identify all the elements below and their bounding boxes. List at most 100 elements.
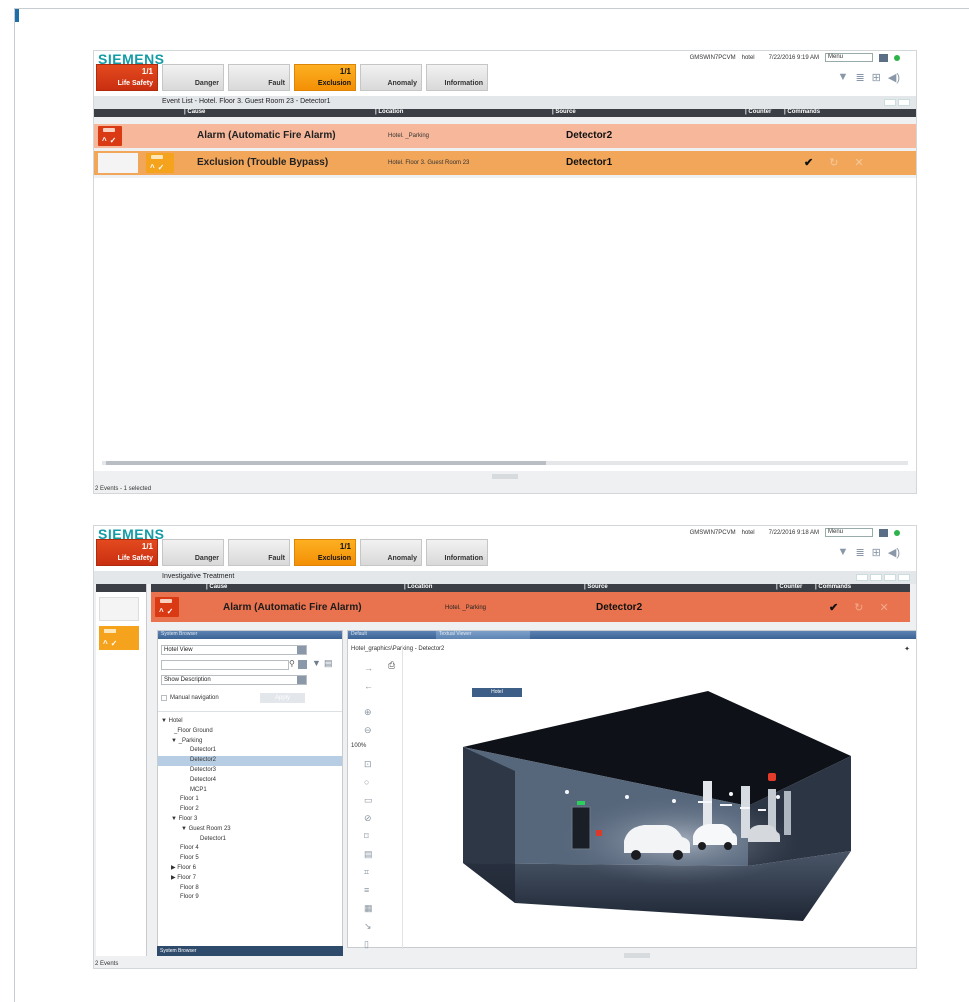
investigative-screen: SIEMENS GMSWIN7PCVM hotel 7/22/2016 9:18… [93, 525, 917, 969]
tree-node[interactable]: ▶ Floor 7 [158, 874, 342, 884]
panel-title: Investigative Treatment [162, 573, 235, 580]
col-counter[interactable]: Counter [776, 584, 802, 590]
view-select[interactable]: Hotel View [161, 645, 307, 655]
layout-2-icon[interactable] [870, 574, 882, 581]
app-header: SIEMENS GMSWIN7PCVM hotel 7/22/2016 9:19… [94, 51, 916, 96]
layout-3-icon[interactable] [884, 574, 896, 581]
tree-node[interactable]: Floor 2 [158, 805, 342, 815]
tree-node-selected[interactable]: Detector2 [158, 756, 342, 766]
event-location: Hotel. _Parking [388, 133, 430, 139]
tree-node[interactable]: Detector1 [158, 746, 342, 756]
layout-icon[interactable]: ⊞ [872, 71, 881, 84]
tab-information[interactable]: Information [426, 539, 488, 566]
tab-danger[interactable]: Danger [162, 539, 224, 566]
tab-anomaly[interactable]: Anomaly [360, 64, 422, 91]
tree-node[interactable]: ▼ Guest Room 23 [158, 825, 342, 835]
window-menu-icon[interactable] [879, 53, 888, 62]
reset-icon[interactable]: ↻ [854, 601, 863, 614]
description-select[interactable]: Show Description [161, 675, 307, 685]
scroll-thumb[interactable] [106, 461, 546, 465]
minimize-icon[interactable] [884, 99, 896, 106]
list-view-icon[interactable]: ≣ [855, 71, 864, 84]
tree-node[interactable]: Detector4 [158, 776, 342, 786]
menu-dropdown[interactable]: Menu [825, 528, 873, 537]
tab-life-safety[interactable]: 1/1 Life Safety [96, 539, 158, 566]
tree-node[interactable]: Floor 8 [158, 884, 342, 894]
tree-node-hotel[interactable]: ▼ Hotel [158, 717, 342, 727]
event-row[interactable]: ^✓ Alarm (Automatic Fire Alarm) Hotel. _… [94, 124, 916, 148]
acknowledge-check-icon[interactable]: ✔ [804, 156, 813, 169]
side-event-exclusion[interactable]: ^✓ [99, 626, 139, 650]
layout-4-icon[interactable] [898, 574, 910, 581]
col-location[interactable]: Location [404, 584, 432, 590]
col-source[interactable]: Source [552, 109, 575, 115]
manual-navigation-checkbox[interactable] [161, 695, 167, 701]
tab-fault[interactable]: Fault [228, 64, 290, 91]
acknowledge-check-icon[interactable]: ✔ [829, 601, 838, 614]
tree-node[interactable]: _Floor Ground [158, 727, 342, 737]
tree-node[interactable]: Detector3 [158, 766, 342, 776]
filter-icon[interactable]: ▼ [838, 546, 849, 559]
acknowledge-arrows-icon: ^✓ [103, 639, 121, 648]
save-icon[interactable]: ▤ [324, 658, 333, 669]
filter-icon[interactable]: ▼ [838, 71, 849, 84]
layout-1-icon[interactable] [856, 574, 868, 581]
tree-node[interactable]: Floor 5 [158, 854, 342, 864]
col-commands: Commands [815, 584, 851, 590]
reset-icon[interactable]: ↻ [829, 156, 838, 169]
col-cause[interactable]: Cause [206, 584, 227, 590]
tree-node[interactable]: Floor 4 [158, 844, 342, 854]
col-source[interactable]: Source [584, 584, 607, 590]
search-input[interactable] [161, 660, 289, 670]
event-location: Hotel. _Parking [445, 605, 487, 611]
site-name: hotel [741, 54, 755, 61]
event-commands: ✔ ↻ ✕ [829, 601, 889, 614]
tree-node[interactable]: Floor 9 [158, 893, 342, 903]
close-icon[interactable]: ✕ [879, 601, 888, 614]
resize-grip[interactable] [492, 474, 518, 479]
tree-node[interactable]: ▼ Floor 3 [158, 815, 342, 825]
tab-anomaly[interactable]: Anomaly [360, 539, 422, 566]
tab-label: Life Safety [117, 80, 153, 87]
acknowledge-arrows-icon: ^✓ [150, 163, 168, 172]
tree-node[interactable]: Floor 1 [158, 795, 342, 805]
horizontal-scrollbar[interactable] [102, 461, 908, 465]
selected-event-row[interactable]: ^✓ Alarm (Automatic Fire Alarm) Hotel. _… [151, 592, 910, 622]
tab-exclusion[interactable]: 1/1 Exclusion [294, 539, 356, 566]
tab-exclusion[interactable]: 1/1 Exclusion [294, 64, 356, 91]
tree-node-parking[interactable]: ▼ _Parking [158, 737, 342, 747]
speaker-icon[interactable]: ◀) [888, 546, 900, 559]
layout-icon[interactable]: ⊞ [872, 546, 881, 559]
apply-button[interactable]: Apply [260, 693, 305, 703]
tree-node[interactable]: ▶ Floor 6 [158, 864, 342, 874]
side-header [96, 584, 146, 592]
event-list-screen: SIEMENS GMSWIN7PCVM hotel 7/22/2016 9:19… [93, 50, 917, 494]
side-event-slot[interactable] [99, 597, 139, 621]
system-browser-pane: System Browser Hotel View ⚲ ▼ ▤ Show Des… [157, 630, 343, 956]
chevron-down-icon[interactable] [297, 676, 306, 684]
chevron-down-icon[interactable] [297, 646, 306, 654]
maximize-icon[interactable] [898, 99, 910, 106]
col-location[interactable]: Location [375, 109, 403, 115]
menu-dropdown[interactable]: Menu [825, 53, 873, 62]
event-row-selected[interactable]: ^✓ Exclusion (Trouble Bypass) Hotel. Flo… [94, 151, 916, 175]
view-select-value: Hotel View [164, 647, 193, 653]
tree-node[interactable]: MCP1 [158, 786, 342, 796]
tab-life-safety[interactable]: 1/1 Life Safety [96, 64, 158, 91]
list-view-icon[interactable]: ≣ [855, 546, 864, 559]
filter-icon[interactable]: ▼ [312, 658, 321, 668]
speaker-icon[interactable]: ◀) [888, 71, 900, 84]
tab-danger[interactable]: Danger [162, 64, 224, 91]
acknowledge-arrows-icon: ^✓ [159, 607, 177, 616]
tab-fault[interactable]: Fault [228, 539, 290, 566]
search-icon[interactable]: ⚲ [289, 659, 295, 668]
close-icon[interactable]: ✕ [854, 156, 863, 169]
window-menu-icon[interactable] [879, 528, 888, 537]
resize-grip[interactable] [624, 953, 650, 958]
search-dropdown-icon[interactable] [298, 660, 307, 669]
tree-node[interactable]: Detector1 [158, 835, 342, 845]
manual-navigation[interactable]: Manual navigation [161, 695, 219, 701]
col-counter[interactable]: Counter [745, 109, 771, 115]
tab-information[interactable]: Information [426, 64, 488, 91]
col-cause[interactable]: Cause [184, 109, 205, 115]
